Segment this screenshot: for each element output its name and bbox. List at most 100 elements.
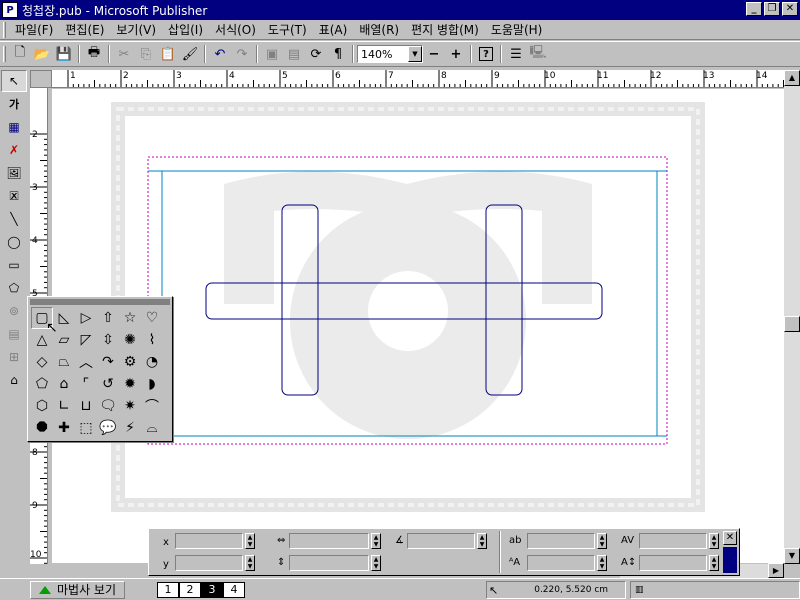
new-document-icon[interactable]: 🗋 — [9, 43, 31, 65]
chevron-shape-icon[interactable]: ︿ — [75, 351, 97, 373]
undo-icon[interactable]: ↶ — [209, 43, 231, 65]
publisher-icon[interactable]: P — [2, 2, 18, 18]
bring-to-front-icon[interactable]: ▣ — [261, 43, 283, 65]
tracking-input[interactable] — [527, 533, 595, 549]
oval-tool-icon[interactable]: ◯ — [1, 231, 27, 253]
rotation-spinner[interactable]: ▲ ▼ — [477, 533, 487, 549]
comb-shape-icon[interactable]: ⊔ — [75, 395, 97, 417]
close-icon[interactable]: ✕ — [723, 531, 737, 545]
menu-insert[interactable]: 삽입(I) — [162, 21, 209, 39]
pentagon-shape-icon[interactable]: ⬠ — [31, 373, 53, 395]
octagon-shape-icon[interactable]: ⯃ — [31, 417, 53, 439]
menu-edit[interactable]: 편집(E) — [59, 21, 110, 39]
ruler-corner[interactable] — [30, 70, 52, 88]
table-frame-icon[interactable]: ▦ — [1, 116, 27, 138]
curved-arrow-shape-icon[interactable]: ↷ — [97, 351, 119, 373]
starburst-shape-icon[interactable]: ✷ — [119, 395, 141, 417]
line-style-icon[interactable]: ☰ — [505, 43, 527, 65]
open-folder-icon[interactable]: 📂 — [31, 43, 53, 65]
x-spinner[interactable]: ▲ ▼ — [245, 533, 255, 549]
scaling-spinner[interactable]: ▲ ▼ — [597, 555, 607, 571]
seal-shape-icon[interactable]: ✺ — [119, 329, 141, 351]
height-spinner[interactable]: ▲ ▼ — [371, 555, 381, 571]
trapezoid-shape-icon[interactable]: ⏢ — [53, 351, 75, 373]
page-tab-2[interactable]: 2 — [179, 581, 202, 598]
cut-icon[interactable]: ✂ — [113, 43, 135, 65]
page-tab-4[interactable]: 4 — [223, 581, 246, 598]
hot-spot-icon[interactable]: ⊚ — [1, 300, 27, 322]
scroll-up-button[interactable]: ▲ — [784, 70, 800, 86]
up-arrow-shape-icon[interactable]: ⇧ — [97, 307, 119, 329]
toolbar-grip[interactable] — [3, 46, 6, 62]
callout-shape-icon[interactable]: 🗨 — [97, 395, 119, 417]
kerning-spinner[interactable]: ▲ ▼ — [709, 533, 719, 549]
html-code-icon[interactable]: ⊞ — [1, 346, 27, 368]
menu-file[interactable]: 파일(F) — [9, 21, 59, 39]
show-wizard-button[interactable]: 마법사 보기 — [30, 580, 126, 599]
double-arrow-shape-icon[interactable]: ⇳ — [97, 329, 119, 351]
zoom-out-button[interactable]: − — [423, 43, 445, 65]
line-spacing-input[interactable] — [639, 555, 707, 571]
scroll-down-button[interactable]: ▼ — [784, 548, 800, 564]
line-tool-icon[interactable]: ╲ — [1, 208, 27, 230]
hexagon-shape-icon[interactable]: ⬡ — [31, 395, 53, 417]
flyout-title-bar[interactable] — [30, 299, 170, 305]
pennant-shape-icon[interactable]: ▷ — [75, 307, 97, 329]
menu-mail-merge[interactable]: 편지 병합(M) — [405, 21, 485, 39]
wave-shape-icon[interactable]: ⌇ — [141, 329, 163, 351]
burst-shape-icon[interactable]: ✹ — [119, 373, 141, 395]
x-position-input[interactable] — [175, 533, 243, 549]
pointer-tool-icon[interactable]: ↖ — [1, 70, 27, 92]
menu-format[interactable]: 서식(O) — [209, 21, 262, 39]
cube-shape-icon[interactable]: ⬚ — [75, 417, 97, 439]
scaling-input[interactable] — [527, 555, 595, 571]
menu-view[interactable]: 보기(V) — [110, 21, 162, 39]
lightning-shape-icon[interactable]: ⚡ — [119, 417, 141, 439]
half-arc-shape-icon[interactable]: ⌓ — [141, 417, 163, 439]
minimize-button[interactable]: _ — [746, 2, 762, 16]
menu-tools[interactable]: 도구(T) — [262, 21, 313, 39]
scroll-right-button[interactable]: ▶ — [768, 563, 784, 578]
y-position-input[interactable] — [175, 555, 243, 571]
l-shape-icon[interactable]: ∟ — [53, 395, 75, 417]
tracking-spinner[interactable]: ▲ ▼ — [597, 533, 607, 549]
send-to-back-icon[interactable]: ▤ — [283, 43, 305, 65]
menu-help[interactable]: 도움말(H) — [485, 21, 549, 39]
y-spinner[interactable]: ▲ ▼ — [245, 555, 255, 571]
page-tab-3[interactable]: 3 — [201, 581, 224, 598]
form-control-icon[interactable]: ▤ — [1, 323, 27, 345]
speech-bubble-shape-icon[interactable]: 💬 — [97, 417, 119, 439]
text-frame-tool[interactable]: 가 — [1, 93, 27, 115]
format-painter-icon[interactable]: 🖌 — [179, 43, 201, 65]
design-checker-icon[interactable]: 🖳 — [527, 43, 549, 65]
page-tab-1[interactable]: 1 — [157, 581, 180, 598]
corner-shape-icon[interactable]: ⌜ — [75, 373, 97, 395]
house-shape-icon[interactable]: ⌂ — [53, 373, 75, 395]
u-turn-arrow-shape-icon[interactable]: ↺ — [97, 373, 119, 395]
picture-frame-icon[interactable]: 🖼 — [1, 162, 27, 184]
diamond-shape-icon[interactable]: ◇ — [31, 351, 53, 373]
redo-icon[interactable]: ↷ — [231, 43, 253, 65]
save-icon[interactable]: 💾 — [53, 43, 75, 65]
scroll-thumb[interactable] — [784, 316, 800, 332]
star-shape-icon[interactable]: ☆ — [119, 307, 141, 329]
menu-grip[interactable] — [3, 21, 6, 38]
width-input[interactable] — [289, 533, 369, 549]
chevron-down-icon[interactable]: ▼ — [408, 46, 422, 62]
zoom-in-button[interactable]: + — [445, 43, 467, 65]
restore-button[interactable]: ❐ — [764, 2, 780, 16]
horizontal-ruler[interactable]: 1 2 3 4 5 6 7 8 9 10 11 12 13 14 — [52, 70, 784, 88]
custom-shapes-icon[interactable]: ⬠ — [1, 277, 27, 299]
print-icon[interactable]: 🖶 — [83, 43, 105, 65]
close-button[interactable]: ✕ — [782, 2, 798, 16]
cross-shape-icon[interactable]: ✚ — [53, 417, 75, 439]
line-spacing-spinner[interactable]: ▲ ▼ — [709, 555, 719, 571]
height-input[interactable] — [289, 555, 369, 571]
rectangle-tool-icon[interactable]: ▭ — [1, 254, 27, 276]
gear-shape-icon[interactable]: ⚙ — [119, 351, 141, 373]
width-spinner[interactable]: ▲ ▼ — [371, 533, 381, 549]
moon-shape-icon[interactable]: ◗ — [141, 373, 163, 395]
help-button[interactable]: ? — [475, 43, 497, 65]
wordart-frame-icon[interactable]: ✗ — [1, 139, 27, 161]
slash-shape-icon[interactable]: ◸ — [75, 329, 97, 351]
